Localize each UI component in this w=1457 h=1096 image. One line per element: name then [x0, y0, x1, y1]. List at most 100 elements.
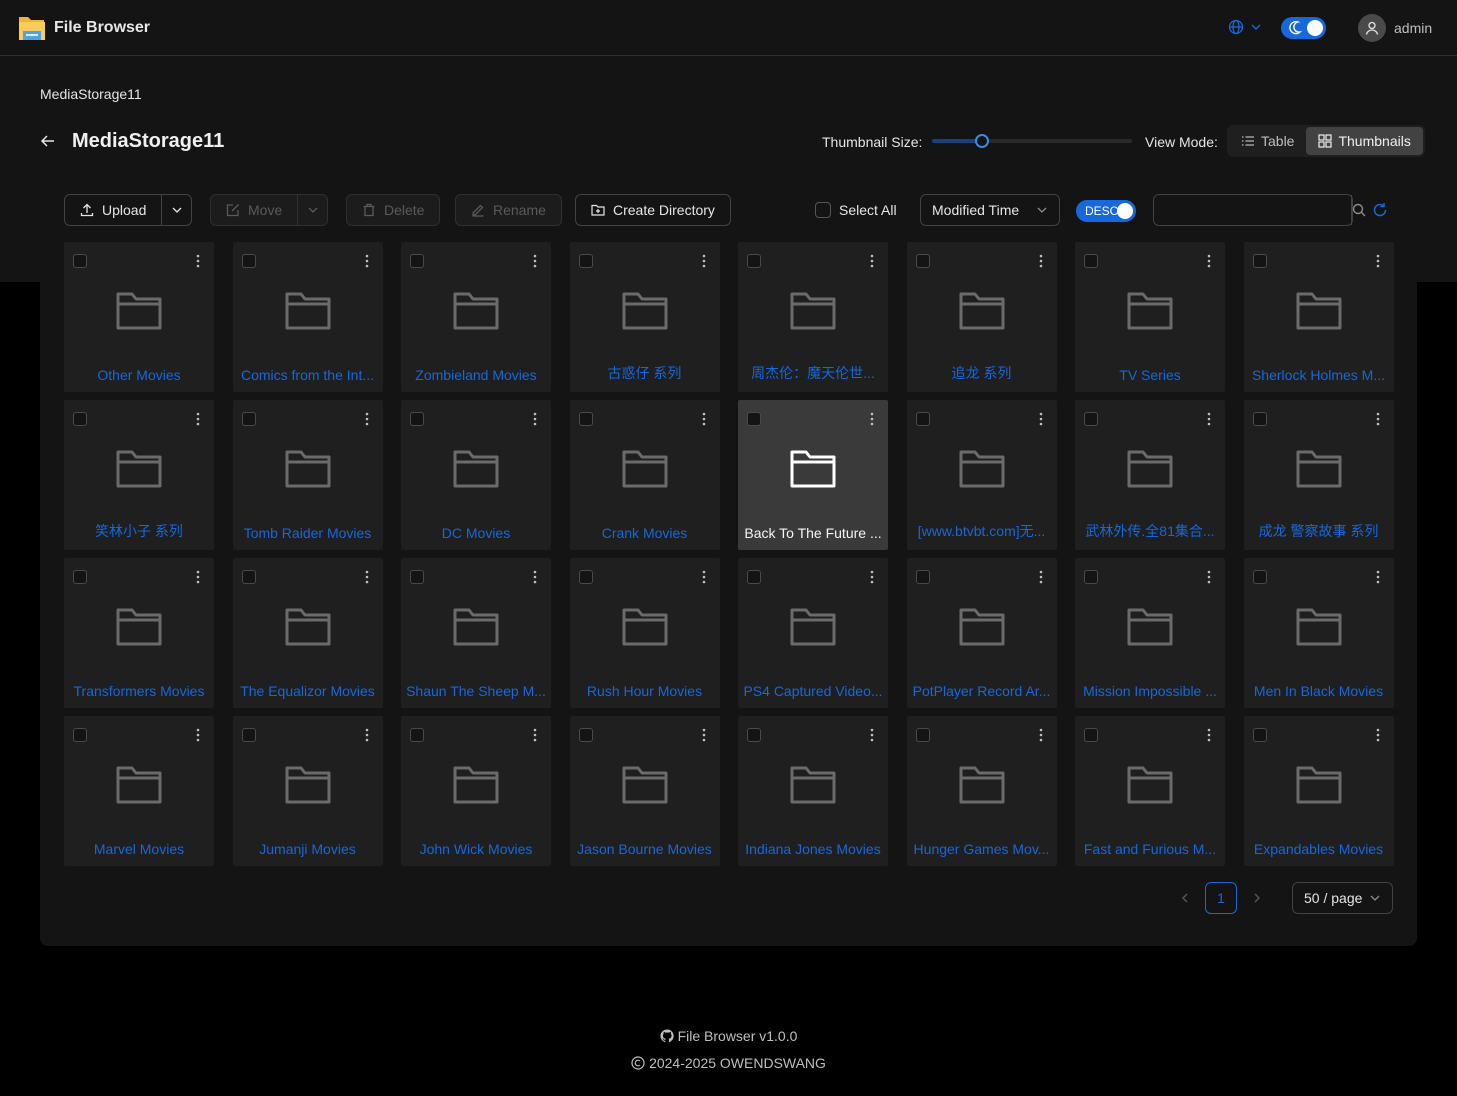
language-switcher[interactable]: [1228, 19, 1262, 35]
item-checkbox[interactable]: [747, 254, 761, 268]
delete-button[interactable]: Delete: [346, 194, 441, 226]
folder-card[interactable]: 古惑仔 系列: [569, 242, 720, 392]
folder-name[interactable]: The Equalizor Movies: [237, 683, 379, 699]
refresh-icon[interactable]: [1372, 202, 1388, 218]
folder-card[interactable]: Sherlock Holmes M...: [1243, 242, 1394, 392]
item-checkbox[interactable]: [915, 412, 930, 426]
more-vertical-icon[interactable]: [702, 570, 706, 584]
user-menu[interactable]: admin: [1358, 14, 1432, 42]
select-all[interactable]: Select All: [815, 202, 897, 218]
folder-name[interactable]: Men In Black Movies: [1248, 683, 1390, 699]
item-checkbox[interactable]: [241, 570, 256, 584]
more-vertical-icon[interactable]: [365, 254, 369, 268]
folder-name[interactable]: John Wick Movies: [405, 841, 547, 857]
more-vertical-icon[interactable]: [533, 570, 537, 584]
upload-dropdown[interactable]: [161, 195, 191, 225]
more-vertical-icon[interactable]: [365, 412, 369, 426]
search-button[interactable]: [1351, 195, 1366, 225]
more-vertical-icon[interactable]: [1039, 570, 1043, 584]
view-mode-thumbnails[interactable]: Thumbnails: [1306, 127, 1423, 155]
item-checkbox[interactable]: [578, 412, 593, 426]
more-vertical-icon[interactable]: [1376, 412, 1380, 426]
folder-name[interactable]: 追龙 系列: [911, 363, 1053, 383]
move-dropdown[interactable]: [297, 195, 327, 225]
page-number[interactable]: 1: [1205, 882, 1237, 914]
more-vertical-icon[interactable]: [870, 728, 874, 742]
item-checkbox[interactable]: [1084, 412, 1098, 426]
item-checkbox[interactable]: [747, 412, 761, 426]
folder-card[interactable]: Marvel Movies: [64, 716, 214, 866]
folder-card[interactable]: Comics from the Int...: [232, 242, 383, 392]
page-size-select[interactable]: 50 / page: [1292, 882, 1393, 914]
item-checkbox[interactable]: [578, 570, 593, 584]
item-checkbox[interactable]: [1084, 728, 1098, 742]
more-vertical-icon[interactable]: [1207, 570, 1211, 584]
folder-card[interactable]: 追龙 系列: [906, 242, 1057, 392]
item-checkbox[interactable]: [241, 728, 256, 742]
item-checkbox[interactable]: [747, 570, 761, 584]
folder-name[interactable]: TV Series: [1079, 367, 1221, 383]
more-vertical-icon[interactable]: [533, 412, 537, 426]
more-vertical-icon[interactable]: [1207, 412, 1211, 426]
folder-name[interactable]: 周杰伦：魔天伦世...: [742, 363, 884, 383]
folder-card[interactable]: Shaun The Sheep M...: [401, 558, 551, 708]
thumbnail-size-slider[interactable]: [932, 134, 1132, 148]
more-vertical-icon[interactable]: [1039, 728, 1043, 742]
item-checkbox[interactable]: [915, 728, 930, 742]
item-checkbox[interactable]: [578, 728, 593, 742]
slider-handle[interactable]: [975, 134, 989, 148]
github-icon[interactable]: [660, 1029, 674, 1043]
more-vertical-icon[interactable]: [365, 728, 369, 742]
folder-card[interactable]: Men In Black Movies: [1243, 558, 1394, 708]
folder-card[interactable]: PotPlayer Record Ar...: [906, 558, 1057, 708]
folder-name[interactable]: DC Movies: [405, 525, 547, 541]
move-button[interactable]: Move: [211, 195, 297, 225]
folder-name[interactable]: [www.btvbt.com]无...: [911, 521, 1053, 541]
create-directory-button[interactable]: Create Directory: [575, 194, 731, 226]
item-checkbox[interactable]: [73, 412, 87, 426]
folder-card[interactable]: Transformers Movies: [64, 558, 214, 708]
prev-page-button[interactable]: [1170, 882, 1200, 914]
folder-name[interactable]: Shaun The Sheep M...: [405, 683, 547, 699]
more-vertical-icon[interactable]: [196, 570, 200, 584]
folder-name[interactable]: Back To The Future ...: [742, 525, 884, 541]
more-vertical-icon[interactable]: [1376, 570, 1380, 584]
folder-card[interactable]: [www.btvbt.com]无...: [906, 400, 1057, 550]
folder-name[interactable]: Mission Impossible ...: [1079, 683, 1221, 699]
more-vertical-icon[interactable]: [870, 254, 874, 268]
folder-card[interactable]: Jason Bourne Movies: [569, 716, 720, 866]
folder-card[interactable]: TV Series: [1075, 242, 1225, 392]
folder-name[interactable]: Jason Bourne Movies: [574, 841, 716, 857]
more-vertical-icon[interactable]: [533, 254, 537, 268]
folder-name[interactable]: Zombieland Movies: [405, 367, 547, 383]
folder-card[interactable]: DC Movies: [401, 400, 551, 550]
item-checkbox[interactable]: [73, 570, 87, 584]
more-vertical-icon[interactable]: [196, 254, 200, 268]
next-page-button[interactable]: [1242, 882, 1272, 914]
theme-toggle[interactable]: [1281, 17, 1326, 39]
folder-card[interactable]: Zombieland Movies: [401, 242, 551, 392]
item-checkbox[interactable]: [1252, 254, 1267, 268]
folder-name[interactable]: Fast and Furious M...: [1079, 841, 1221, 857]
search-input[interactable]: [1154, 195, 1351, 225]
more-vertical-icon[interactable]: [870, 412, 874, 426]
item-checkbox[interactable]: [73, 254, 87, 268]
item-checkbox[interactable]: [915, 254, 930, 268]
folder-name[interactable]: Rush Hour Movies: [574, 683, 716, 699]
more-vertical-icon[interactable]: [1039, 412, 1043, 426]
folder-name[interactable]: Jumanji Movies: [237, 841, 379, 857]
folder-card[interactable]: 周杰伦：魔天伦世...: [738, 242, 888, 392]
more-vertical-icon[interactable]: [1376, 728, 1380, 742]
sort-by-select[interactable]: Modified Time: [920, 194, 1060, 226]
folder-name[interactable]: Comics from the Int...: [237, 367, 379, 383]
more-vertical-icon[interactable]: [533, 728, 537, 742]
folder-name[interactable]: Sherlock Holmes M...: [1248, 367, 1390, 383]
item-checkbox[interactable]: [73, 728, 87, 742]
folder-card[interactable]: PS4 Captured Video...: [738, 558, 888, 708]
folder-card[interactable]: 成龙 警察故事 系列: [1243, 400, 1394, 550]
brand[interactable]: File Browser: [18, 13, 150, 43]
item-checkbox[interactable]: [1252, 412, 1267, 426]
item-checkbox[interactable]: [1084, 254, 1098, 268]
folder-card[interactable]: Hunger Games Mov...: [906, 716, 1057, 866]
folder-name[interactable]: Tomb Raider Movies: [237, 525, 379, 541]
